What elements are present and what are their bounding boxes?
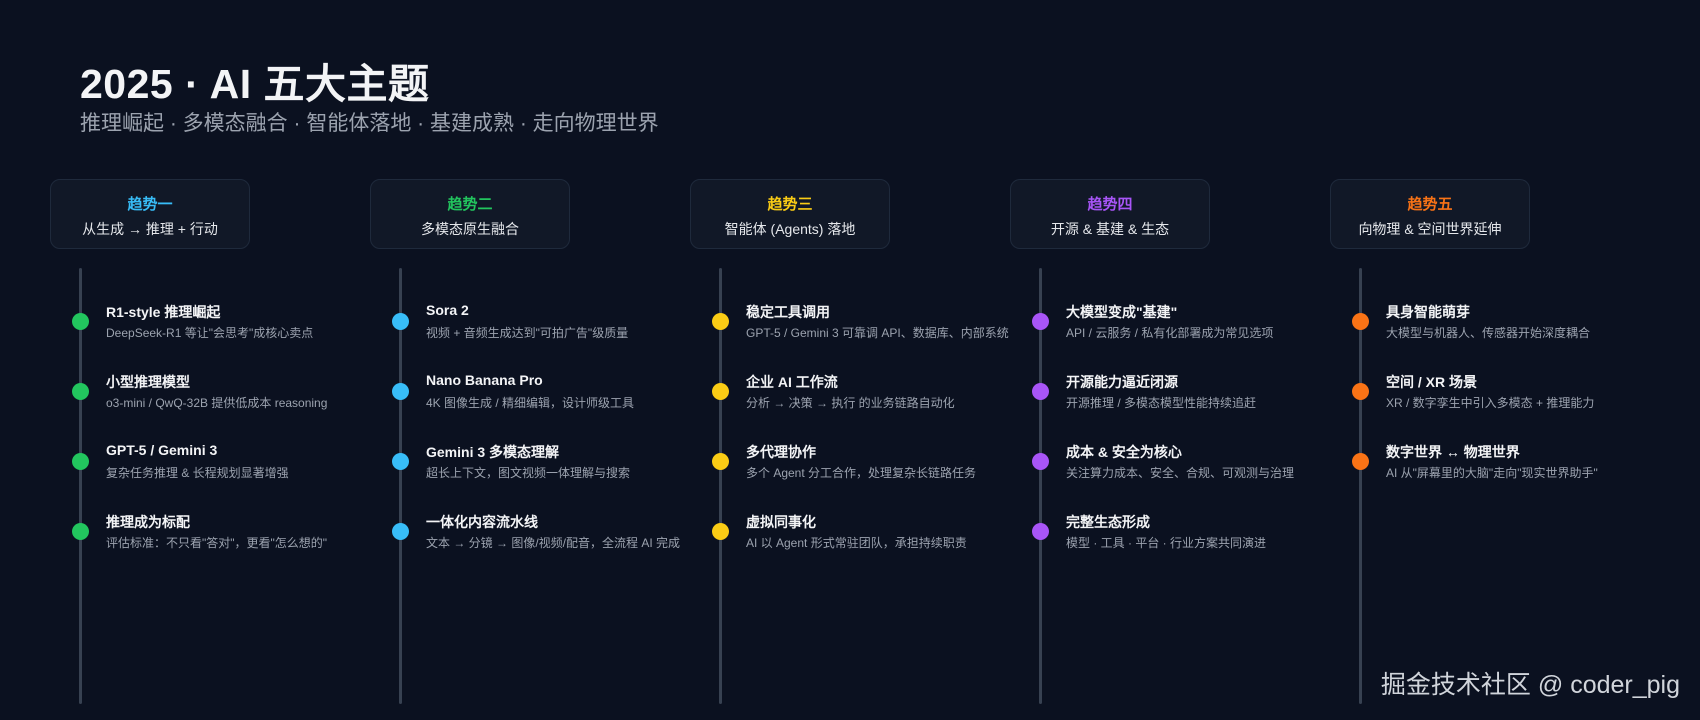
item-title: 推理成为标配 [106, 514, 190, 530]
trend-column-1: 趋势一 从生成 → 推理 + 行动 R1-style 推理崛起 DeepSeek… [50, 0, 370, 720]
item-title: 空间 / XR 场景 [1386, 374, 1478, 390]
timeline-item: 数字世界 ↔ 物理世界 AI 从"屏幕里的大脑"走向"现实世界助手" [1330, 442, 1650, 492]
trend-topic: 多模态原生融合 [421, 221, 519, 237]
trend-header-card: 趋势二 多模态原生融合 [370, 179, 570, 249]
trend-topic: 向物理 & 空间世界延伸 [1358, 221, 1502, 237]
trend-column-4: 趋势四 开源 & 基建 & 生态 大模型变成"基建" API / 云服务 / 私… [1010, 0, 1330, 720]
timeline-item: Nano Banana Pro 4K 图像生成 / 精细编辑，设计师级工具 [370, 372, 690, 422]
timeline-dot [72, 453, 89, 470]
item-desc: 文本 → 分镜 → 图像/视频/配音，全流程 AI 完成 [426, 536, 681, 550]
item-title: 多代理协作 [746, 444, 816, 460]
item-desc: 大模型与机器人、传感器开始深度耦合 [1386, 326, 1591, 340]
item-title: 具身智能萌芽 [1386, 304, 1470, 320]
timeline-dot [1032, 523, 1049, 540]
trend-label: 趋势四 [1087, 196, 1133, 213]
item-title: Gemini 3 多模态理解 [426, 444, 560, 460]
trend-column-5: 趋势五 向物理 & 空间世界延伸 具身智能萌芽 大模型与机器人、传感器开始深度耦… [1330, 0, 1650, 720]
timeline-item: 稳定工具调用 GPT-5 / Gemini 3 可靠调 API、数据库、内部系统 [690, 302, 1010, 352]
timeline-dot [712, 523, 729, 540]
trend-column-2: 趋势二 多模态原生融合 Sora 2 视频 + 音频生成达到"可拍广告"级质量 … [370, 0, 690, 720]
timeline-item: 开源能力逼近闭源 开源推理 / 多模态模型性能持续追赶 [1010, 372, 1330, 422]
item-title: 大模型变成"基建" [1066, 304, 1178, 320]
trend-header-card: 趋势四 开源 & 基建 & 生态 [1010, 179, 1210, 249]
timeline-item: 企业 AI 工作流 分析 → 决策 → 执行 的业务链路自动化 [690, 372, 1010, 422]
timeline-item: 一体化内容流水线 文本 → 分镜 → 图像/视频/配音，全流程 AI 完成 [370, 512, 690, 562]
item-desc: 模型 · 工具 · 平台 · 行业方案共同演进 [1066, 536, 1266, 550]
timeline-item: 成本 & 安全为核心 关注算力成本、安全、合规、可观测与治理 [1010, 442, 1330, 492]
timeline-dot [1032, 313, 1049, 330]
timeline-dot [1032, 453, 1049, 470]
timeline-item: 空间 / XR 场景 XR / 数字孪生中引入多模态 + 推理能力 [1330, 372, 1650, 422]
trend-topic: 智能体 (Agents) 落地 [724, 221, 856, 237]
timeline-dot [72, 383, 89, 400]
timeline-dot [712, 313, 729, 330]
timeline-dot [1352, 313, 1369, 330]
item-title: GPT-5 / Gemini 3 [106, 442, 218, 458]
timeline-dot [72, 523, 89, 540]
timeline-item: 完整生态形成 模型 · 工具 · 平台 · 行业方案共同演进 [1010, 512, 1330, 562]
trend-topic: 从生成 → 推理 + 行动 [82, 221, 218, 237]
item-desc: XR / 数字孪生中引入多模态 + 推理能力 [1386, 396, 1595, 410]
item-desc: GPT-5 / Gemini 3 可靠调 API、数据库、内部系统 [746, 326, 1009, 340]
item-title: 一体化内容流水线 [426, 514, 538, 530]
timeline-item: 推理成为标配 评估标准：不只看"答对"，更看"怎么想的" [50, 512, 370, 562]
watermark: 掘金技术社区 @ coder_pig [1380, 671, 1680, 699]
item-desc: 关注算力成本、安全、合规、可观测与治理 [1066, 466, 1295, 480]
item-title: 稳定工具调用 [746, 304, 830, 320]
trend-header-card: 趋势一 从生成 → 推理 + 行动 [50, 179, 250, 249]
timeline-dot [392, 313, 409, 330]
timeline-item: 具身智能萌芽 大模型与机器人、传感器开始深度耦合 [1330, 302, 1650, 352]
item-title: Nano Banana Pro [426, 372, 543, 388]
trend-label: 趋势五 [1407, 196, 1453, 213]
item-desc: o3-mini / QwQ-32B 提供低成本 reasoning [106, 396, 328, 410]
item-title: R1-style 推理崛起 [106, 304, 221, 320]
timeline-item: Sora 2 视频 + 音频生成达到"可拍广告"级质量 [370, 302, 690, 352]
item-title: 成本 & 安全为核心 [1066, 444, 1182, 460]
item-title: 企业 AI 工作流 [746, 374, 838, 390]
item-title: 开源能力逼近闭源 [1066, 374, 1178, 390]
timeline-dot [712, 383, 729, 400]
timeline-dot [392, 523, 409, 540]
timeline-dot [1032, 383, 1049, 400]
timeline-dot [72, 313, 89, 330]
item-desc: AI 以 Agent 形式常驻团队，承担持续职责 [746, 536, 967, 550]
item-title: Sora 2 [426, 302, 469, 318]
timeline-item: 小型推理模型 o3-mini / QwQ-32B 提供低成本 reasoning [50, 372, 370, 422]
item-desc: API / 云服务 / 私有化部署成为常见选项 [1066, 326, 1274, 340]
timeline-item: Gemini 3 多模态理解 超长上下文，图文视频一体理解与搜索 [370, 442, 690, 492]
item-desc: DeepSeek-R1 等让"会思考"成核心卖点 [106, 326, 314, 340]
item-desc: 4K 图像生成 / 精细编辑，设计师级工具 [426, 396, 635, 410]
timeline-item: 大模型变成"基建" API / 云服务 / 私有化部署成为常见选项 [1010, 302, 1330, 352]
timeline-item: 虚拟同事化 AI 以 Agent 形式常驻团队，承担持续职责 [690, 512, 1010, 562]
item-desc: 分析 → 决策 → 执行 的业务链路自动化 [746, 396, 955, 410]
item-desc: 视频 + 音频生成达到"可拍广告"级质量 [426, 326, 629, 340]
item-title: 小型推理模型 [106, 374, 190, 390]
trend-header-card: 趋势五 向物理 & 空间世界延伸 [1330, 179, 1530, 249]
timeline-dot [1352, 453, 1369, 470]
item-desc: 开源推理 / 多模态模型性能持续追赶 [1066, 396, 1257, 410]
trend-label: 趋势一 [127, 196, 173, 213]
item-desc: AI 从"屏幕里的大脑"走向"现实世界助手" [1386, 466, 1598, 480]
item-title: 数字世界 ↔ 物理世界 [1386, 444, 1520, 460]
timeline-item: GPT-5 / Gemini 3 复杂任务推理 & 长程规划显著增强 [50, 442, 370, 492]
item-desc: 评估标准：不只看"答对"，更看"怎么想的" [106, 536, 328, 550]
timeline-item: 多代理协作 多个 Agent 分工合作，处理复杂长链路任务 [690, 442, 1010, 492]
item-title: 虚拟同事化 [746, 514, 816, 530]
timeline-dot [392, 453, 409, 470]
item-desc: 超长上下文，图文视频一体理解与搜索 [426, 466, 631, 480]
item-title: 完整生态形成 [1066, 514, 1150, 530]
trend-header-card: 趋势三 智能体 (Agents) 落地 [690, 179, 890, 249]
item-desc: 多个 Agent 分工合作，处理复杂长链路任务 [746, 466, 977, 480]
trend-label: 趋势三 [767, 196, 813, 213]
trend-label: 趋势二 [447, 196, 493, 213]
trend-column-3: 趋势三 智能体 (Agents) 落地 稳定工具调用 GPT-5 / Gemin… [690, 0, 1010, 720]
timeline-item: R1-style 推理崛起 DeepSeek-R1 等让"会思考"成核心卖点 [50, 302, 370, 352]
item-desc: 复杂任务推理 & 长程规划显著增强 [106, 466, 289, 480]
timeline-dot [1352, 383, 1369, 400]
trend-topic: 开源 & 基建 & 生态 [1050, 221, 1170, 237]
timeline-dot [712, 453, 729, 470]
timeline-dot [392, 383, 409, 400]
